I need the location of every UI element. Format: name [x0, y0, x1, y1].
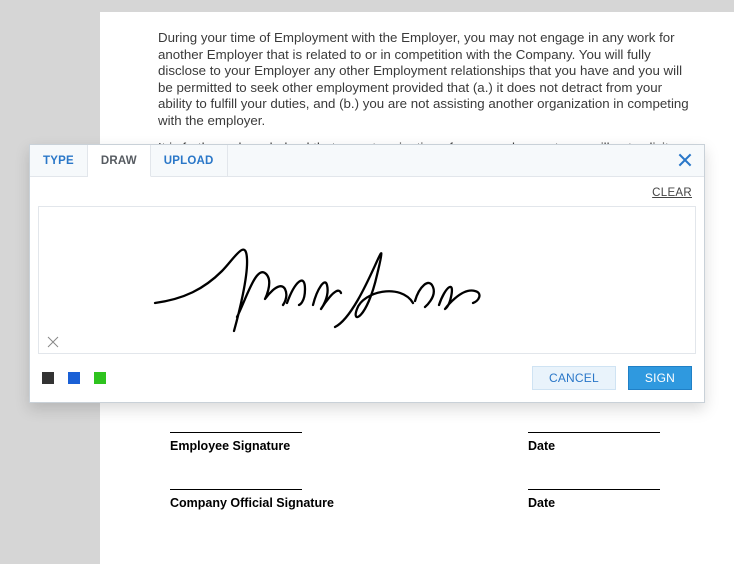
- signature-canvas[interactable]: [38, 206, 696, 354]
- cancel-button[interactable]: CANCEL: [532, 366, 616, 390]
- tab-type[interactable]: TYPE: [30, 145, 88, 176]
- company-signature-cell: Company Official Signature: [170, 489, 334, 510]
- employee-date-label: Date: [528, 439, 660, 453]
- swatch-blue[interactable]: [68, 372, 80, 384]
- close-icon[interactable]: [676, 151, 694, 169]
- modal-footer: CANCEL SIGN: [30, 354, 704, 402]
- company-date-line[interactable]: [528, 489, 660, 490]
- sign-button[interactable]: SIGN: [628, 366, 692, 390]
- tab-upload[interactable]: UPLOAD: [151, 145, 228, 176]
- tab-draw[interactable]: DRAW: [88, 145, 151, 177]
- company-date-label: Date: [528, 496, 660, 510]
- color-swatches: [42, 372, 106, 384]
- clear-canvas-icon[interactable]: [47, 335, 59, 347]
- footer-buttons: CANCEL SIGN: [532, 366, 692, 390]
- signature-modal: TYPE DRAW UPLOAD CLEAR CANCEL SIGN: [29, 144, 705, 403]
- employee-date-cell: Date: [528, 432, 660, 453]
- paragraph-1: During your time of Employment with the …: [158, 30, 698, 130]
- clear-row: CLEAR: [30, 177, 704, 203]
- company-date-cell: Date: [528, 489, 660, 510]
- employee-signature-line[interactable]: [170, 432, 302, 433]
- signature-area: Employee Signature Date Company Official…: [170, 432, 690, 546]
- employee-signature-cell: Employee Signature: [170, 432, 302, 453]
- signature-row-1: Employee Signature Date: [170, 432, 690, 453]
- employee-signature-label: Employee Signature: [170, 439, 302, 453]
- swatch-green[interactable]: [94, 372, 106, 384]
- company-signature-line[interactable]: [170, 489, 302, 490]
- signature-row-2: Company Official Signature Date: [170, 489, 690, 510]
- swatch-black[interactable]: [42, 372, 54, 384]
- company-signature-label: Company Official Signature: [170, 496, 334, 510]
- clear-link[interactable]: CLEAR: [652, 187, 692, 199]
- signature-tabs: TYPE DRAW UPLOAD: [30, 145, 704, 177]
- drawn-signature: [149, 217, 509, 337]
- employee-date-line[interactable]: [528, 432, 660, 433]
